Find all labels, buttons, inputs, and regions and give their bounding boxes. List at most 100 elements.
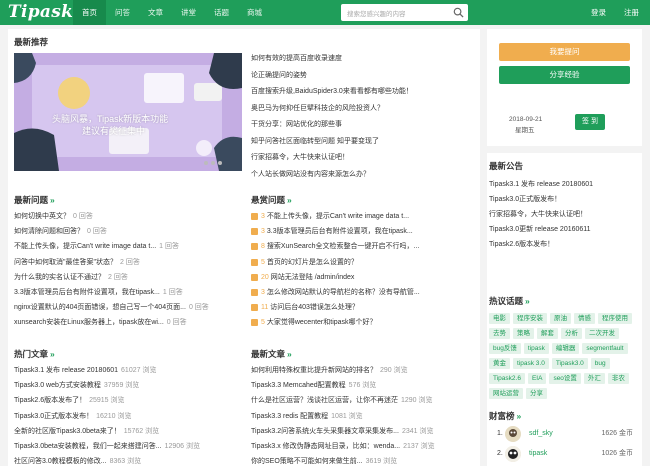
list-item[interactable]: 不能上传头像，提示Can't write image data t... 1 回答 <box>14 239 242 254</box>
avatar[interactable] <box>505 426 521 442</box>
search-icon[interactable] <box>453 7 464 18</box>
list-item[interactable]: 如何清除问题和回答？ 0 回答 <box>14 224 242 239</box>
tag[interactable]: 程序使用 <box>598 313 632 324</box>
list-item[interactable]: 行家招募令，大牛快来认证吧！ <box>489 207 593 222</box>
list-item[interactable]: 百度搜索升级,BaiduSpider3.0来看看都有哪些功能！ <box>251 84 476 101</box>
list-item[interactable]: Tipask3.0beta安装教程，我们一起来搭建问答... 12906 浏览 <box>14 439 242 454</box>
list-item[interactable]: 3 怎么修改网站默认的导航栏的名称？没有导航管... <box>251 285 476 300</box>
tag[interactable]: EIA <box>527 373 547 384</box>
carousel-dot[interactable] <box>211 161 215 165</box>
list-item[interactable]: Tipask3.1 发布 release 20180601 <box>489 177 593 192</box>
tag[interactable]: 分析 <box>561 328 582 339</box>
nav-articles[interactable]: 文章 <box>139 0 172 25</box>
hero-slide-image[interactable]: 头脑风暴，Tipask新版本功能 建议有奖征集中 <box>14 53 242 171</box>
date-text: 2018-09-21 <box>509 116 543 123</box>
search-input[interactable]: 搜索您感兴趣的内容 <box>341 4 468 21</box>
bounty-questions-title[interactable]: 悬赏问题» <box>251 194 292 206</box>
nav-shop[interactable]: 商城 <box>238 0 271 25</box>
list-item[interactable]: nginx设置默认的404页面错误，想自己写一个404页面... 0 回答 <box>14 300 242 315</box>
hot-topics-title[interactable]: 热议话题» <box>489 295 530 307</box>
list-item[interactable]: Tipask2.6版本发布！ <box>489 237 593 252</box>
rank-item[interactable]: 2. tipask 1026 金币 <box>489 444 639 464</box>
list-item[interactable]: Tipask3.0更新 release 20160611 <box>489 222 593 237</box>
tag[interactable]: segmentfault <box>582 343 628 354</box>
list-item[interactable]: 论正确提问的姿势 <box>251 68 476 85</box>
list-item[interactable]: 为什么我的实名认证不通过？ 2 回答 <box>14 270 242 285</box>
nav-home[interactable]: 首页 <box>73 0 106 25</box>
list-item[interactable]: 你的SEO策略不可能如何来做生前... 3619 浏览 <box>251 454 476 466</box>
tag[interactable]: 二次开发 <box>585 328 619 339</box>
list-item[interactable]: 个人站长做网站没有内容来源怎么办？ <box>251 167 476 184</box>
list-item[interactable]: Tipask3.0 web方式安装教程 37959 浏览 <box>14 378 242 393</box>
tag[interactable]: 电影 <box>489 313 510 324</box>
tag[interactable]: tipask <box>523 343 549 354</box>
user-name[interactable]: tipask <box>529 444 547 464</box>
new-questions-title[interactable]: 最新问题» <box>14 194 55 206</box>
list-item[interactable]: 20 网站无法登陆 /admin/index <box>251 270 476 285</box>
tag[interactable]: 分享 <box>526 388 547 399</box>
avatar[interactable] <box>505 446 521 462</box>
list-item[interactable]: 8 搜索XunSearch全文检索整合一键开启不行吗，... <box>251 239 476 254</box>
tag[interactable]: bug <box>590 358 610 369</box>
checkin-button[interactable]: 签 到 <box>575 114 605 130</box>
tag[interactable]: 策略 <box>513 328 534 339</box>
tag[interactable]: 非农 <box>607 373 629 384</box>
tag[interactable]: 黄金 <box>489 358 510 369</box>
share-experience-button[interactable]: 分享经验 <box>499 66 630 84</box>
list-item[interactable]: 行家招募令，大牛快来认证吧！ <box>251 150 476 167</box>
tag[interactable]: Tipask2.6 <box>489 373 525 384</box>
list-item[interactable]: Tipask3.3 Memcahed配置教程 576 浏览 <box>251 378 476 393</box>
login-link[interactable]: 登录 <box>591 0 606 25</box>
nav-topics[interactable]: 话题 <box>205 0 238 25</box>
site-logo[interactable]: Tipask <box>8 2 73 22</box>
list-item[interactable]: 问答中如何取消"最佳答案"状态？ 2 回答 <box>14 255 242 270</box>
list-item[interactable]: 社区问答3.0教程模板的修改... 8363 浏览 <box>14 454 242 466</box>
list-item[interactable]: 3.3版本管理员后台有附件设置项，我在tipask... 1 回答 <box>14 285 242 300</box>
tag[interactable]: 网站运营 <box>489 388 523 399</box>
nav-lectures[interactable]: 讲堂 <box>172 0 205 25</box>
list-item[interactable]: Tipask2.6版本发布了！ 25915 浏览 <box>14 393 242 408</box>
list-item[interactable]: Tipask3.2问答系统火车头采集器文章采集发布... 2341 浏览 <box>251 424 476 439</box>
tag[interactable]: 情感 <box>574 313 595 324</box>
list-item[interactable]: 干货分享：网站优化的那些事 <box>251 117 476 134</box>
list-item[interactable]: Tipask3.0正式版发布！ <box>489 192 593 207</box>
tag[interactable]: seo设置 <box>549 373 581 384</box>
list-item[interactable]: Tipask3.1 发布 release 20180601 61027 浏览 <box>14 363 242 378</box>
list-item[interactable]: Tipask3.0正式版本发布！ 16210 浏览 <box>14 409 242 424</box>
list-item[interactable]: 全新的社区版Tipask3.0beta来了！ 15762 浏览 <box>14 424 242 439</box>
list-item[interactable]: 5 大家觉得wecenter和tipask哪个好？ <box>251 315 476 330</box>
hot-articles-title[interactable]: 热门文章» <box>14 348 55 360</box>
list-item[interactable]: xunsearch安装在Linux服务器上，tipask放在wi... 0 回答 <box>14 315 242 330</box>
tag[interactable]: bug反馈 <box>489 343 521 354</box>
tag[interactable]: tipask 3.0 <box>513 358 549 369</box>
list-item[interactable]: 3 不能上传头像，提示Can't write image data t... <box>251 209 476 224</box>
list-item[interactable]: 奥巴马为何抑任巨擘科技企的风险投资人？ <box>251 101 476 118</box>
new-articles-title[interactable]: 最新文章» <box>251 348 292 360</box>
tag[interactable]: 解套 <box>537 328 558 339</box>
list-item[interactable]: Tipask3.3 redis 配置教程 1081 浏览 <box>251 409 476 424</box>
list-item[interactable]: 什么是社区运营？浅谈社区运营，让你不再迷茫 1290 浏览 <box>251 393 476 408</box>
user-name[interactable]: sdf_sky <box>529 424 553 444</box>
list-item[interactable]: 11 访问后台403错误怎么处理？ <box>251 300 476 315</box>
tag[interactable]: 编辑器 <box>551 343 580 354</box>
list-item[interactable]: 如何切换中英文？ 0 回答 <box>14 209 242 224</box>
tag[interactable]: 去势 <box>489 328 510 339</box>
tag[interactable]: 外汇 <box>583 373 605 384</box>
wealth-rank-title[interactable]: 财富榜» <box>489 410 521 422</box>
list-item[interactable]: Tipask3.x 修改伪静态网址目录，比如：wenda... 2137 浏览 <box>251 439 476 454</box>
list-item[interactable]: 3 3.3版本管理员后台有附件设置项，我在tipask... <box>251 224 476 239</box>
carousel-dot[interactable] <box>204 161 208 165</box>
register-link[interactable]: 注册 <box>624 0 639 25</box>
list-item[interactable]: 5 首页的幻灯片是怎么设置的？ <box>251 255 476 270</box>
list-item[interactable]: 如何利用特殊权重比提升新网站的排名？ 290 浏览 <box>251 363 476 378</box>
rank-item[interactable]: 1. sdf_sky 1626 金币 <box>489 424 639 444</box>
list-item[interactable]: 知乎问答社区面临转型问题 知乎要变现了 <box>251 134 476 151</box>
ask-question-button[interactable]: 我要提问 <box>499 43 630 61</box>
auth-links: 登录 注册 <box>591 0 639 25</box>
nav-qa[interactable]: 问答 <box>106 0 139 25</box>
tag[interactable]: 原油 <box>550 313 571 324</box>
tag[interactable]: 程序安装 <box>513 313 547 324</box>
carousel-dot[interactable] <box>218 161 222 165</box>
tag[interactable]: Tipask3.0 <box>551 358 588 369</box>
list-item[interactable]: 如何有效的提高百度收录速度 <box>251 51 476 68</box>
